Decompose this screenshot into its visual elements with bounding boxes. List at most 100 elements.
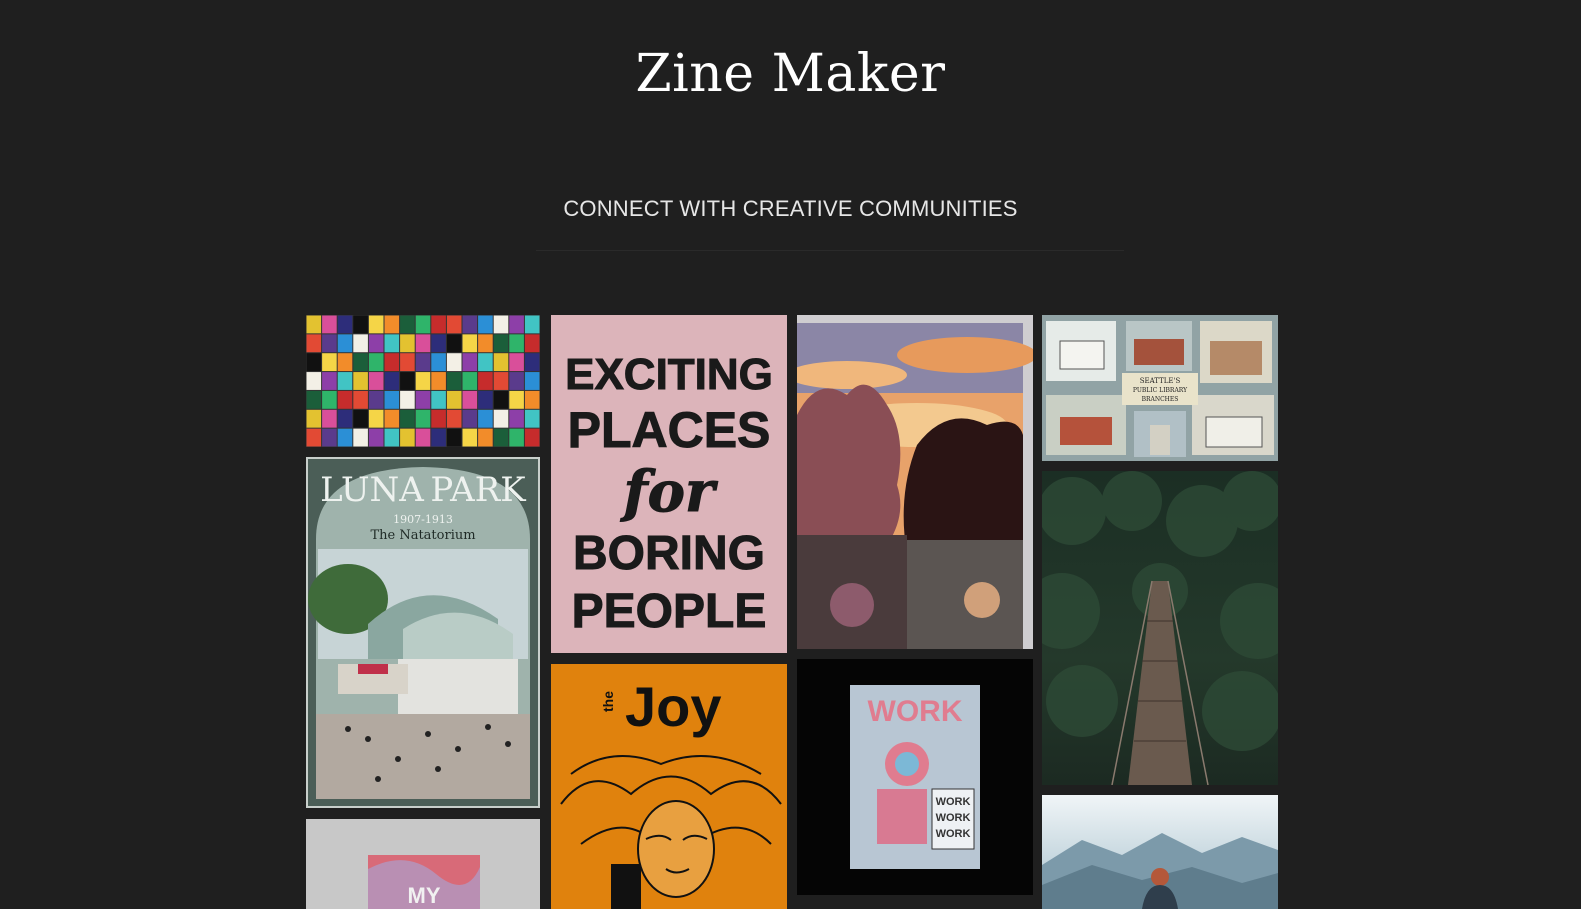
collage-cover: [415, 428, 431, 447]
collage-cover: [509, 372, 524, 390]
collage-cover: [322, 334, 337, 353]
collage-cover: [509, 409, 524, 428]
collage-cover: [431, 315, 446, 334]
collage-cover: [462, 409, 478, 428]
zine-covers-collage-image: [306, 315, 540, 447]
luna-park-title: LUNA: [320, 470, 424, 510]
collage-cover: [462, 315, 478, 334]
collage-cover: [306, 390, 322, 409]
work-zine-cover-tile[interactable]: WORK WORK WORK WORK: [797, 659, 1033, 895]
my-zine-cover-tile[interactable]: MY: [306, 819, 540, 909]
the-joy-cover-tile[interactable]: the Joy: [551, 664, 787, 909]
collage-cover: [509, 390, 524, 409]
collage-cover: [478, 428, 493, 447]
poster-line-2: PLACES: [568, 402, 771, 458]
collage-cover: [415, 315, 431, 334]
collage-cover: [415, 334, 431, 353]
collage-cover: [322, 428, 337, 447]
collage-cover: [384, 409, 400, 428]
poster-line-4: BORING: [573, 527, 765, 580]
collage-cover: [462, 390, 478, 409]
collage-cover: [478, 372, 493, 390]
collage-cover: [337, 334, 353, 353]
collage-cover: [446, 334, 462, 353]
collage-cover: [368, 353, 384, 372]
joy-the: the: [600, 691, 616, 712]
sunset-friends-image: [797, 315, 1033, 649]
collage-cover: [400, 334, 415, 353]
collage-cover: [400, 409, 415, 428]
collage-cover: [322, 315, 337, 334]
collage-cover: [493, 334, 509, 353]
svg-text:WORK: WORK: [936, 796, 971, 808]
collage-cover: [446, 315, 462, 334]
collage-cover: [368, 390, 384, 409]
luna-park-years: 1907-1913: [393, 513, 453, 526]
collage-cover: [509, 315, 524, 334]
collage-cover: [415, 353, 431, 372]
mountain-view-photo-tile[interactable]: [1042, 795, 1278, 909]
collage-cover: [353, 372, 368, 390]
collage-cover: [400, 390, 415, 409]
collage-cover: [306, 428, 322, 447]
collage-cover: [306, 334, 322, 353]
luna-park-poster-tile[interactable]: LUNA 1907-1913 The Natatorium PARK: [306, 457, 540, 808]
forest-bridge-photo-tile[interactable]: [1042, 471, 1278, 785]
collage-cover: [493, 428, 509, 447]
seattle-libraries-postcard-tile[interactable]: SEATTLE'S PUBLIC LIBRARY BRANCHES: [1042, 315, 1278, 461]
collage-cover: [431, 428, 446, 447]
site-title[interactable]: Zine Maker: [0, 44, 1581, 104]
poster-line-3: for: [620, 459, 718, 525]
collage-cover: [353, 409, 368, 428]
collage-cover: [306, 409, 322, 428]
sunset-friends-illustration-tile[interactable]: [797, 315, 1033, 649]
collage-cover: [322, 390, 337, 409]
collage-cover: [384, 372, 400, 390]
collage-cover: [384, 315, 400, 334]
collage-cover: [353, 334, 368, 353]
collage-cover: [462, 334, 478, 353]
collage-cover: [337, 315, 353, 334]
zine-covers-collage-tile[interactable]: [306, 315, 540, 447]
collage-cover: [478, 390, 493, 409]
my-zine-text: MY: [408, 883, 441, 908]
joy-title: Joy: [625, 675, 722, 738]
divider: [536, 250, 1124, 251]
collage-cover: [493, 353, 509, 372]
collage-cover: [415, 409, 431, 428]
postcard-line-1: SEATTLE'S: [1140, 377, 1181, 385]
collage-cover: [478, 409, 493, 428]
mountain-view-image: [1042, 795, 1278, 909]
luna-park-image: LUNA 1907-1913 The Natatorium PARK: [308, 459, 538, 806]
collage-cover: [446, 353, 462, 372]
collage-cover: [368, 334, 384, 353]
poster-line-5: PEOPLE: [572, 585, 767, 638]
collage-cover: [446, 409, 462, 428]
collage-cover: [353, 390, 368, 409]
collage-cover: [384, 334, 400, 353]
collage-cover: [493, 409, 509, 428]
collage-cover: [322, 409, 337, 428]
collage-cover: [306, 315, 322, 334]
collage-cover: [337, 428, 353, 447]
collage-cover: [524, 315, 540, 334]
collage-cover: [368, 428, 384, 447]
collage-cover: [493, 372, 509, 390]
collage-cover: [415, 390, 431, 409]
collage-cover: [431, 390, 446, 409]
collage-cover: [493, 315, 509, 334]
collage-cover: [431, 409, 446, 428]
exciting-places-poster-tile[interactable]: EXCITING PLACES for BORING PEOPLE: [551, 315, 787, 653]
collage-cover: [509, 428, 524, 447]
exciting-places-image: EXCITING PLACES for BORING PEOPLE: [551, 315, 787, 653]
collage-cover: [478, 353, 493, 372]
collage-cover: [306, 372, 322, 390]
collage-cover: [524, 334, 540, 353]
collage-cover: [400, 353, 415, 372]
collage-cover: [462, 428, 478, 447]
collage-cover: [431, 372, 446, 390]
collage-cover: [524, 409, 540, 428]
collage-cover: [524, 390, 540, 409]
collage-cover: [337, 390, 353, 409]
svg-text:WORK: WORK: [936, 828, 971, 840]
